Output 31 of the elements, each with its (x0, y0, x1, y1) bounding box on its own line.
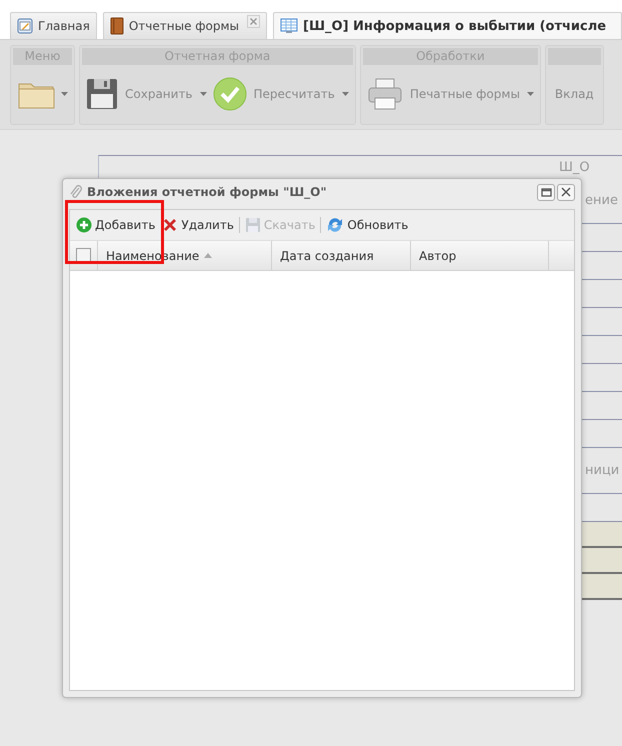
toolbar-button[interactable]: Добавить (74, 215, 158, 235)
printer-icon (366, 76, 403, 110)
form-text: Ш_О (559, 160, 590, 174)
paperclip-icon (69, 184, 83, 200)
tab[interactable]: [Ш_О] Информация о выбытии (отчисле (273, 12, 622, 39)
caret-icon (200, 92, 206, 96)
book-icon (110, 17, 124, 35)
toolbar-button[interactable]: Обновить (324, 214, 410, 236)
refresh-icon (326, 216, 344, 234)
close-icon (561, 187, 571, 197)
maximize-button[interactable] (537, 184, 555, 200)
maximize-icon (540, 188, 552, 196)
column-header[interactable]: Дата создания (272, 241, 411, 270)
tab[interactable]: Главная (10, 12, 97, 39)
column-header[interactable]: Автор (411, 241, 549, 270)
table-icon (280, 18, 298, 34)
form-text: ници (585, 463, 620, 478)
form-text: ение (585, 193, 618, 208)
close-button[interactable] (557, 184, 575, 200)
sort-icon (204, 253, 212, 258)
close-icon[interactable] (247, 14, 260, 28)
check-icon (212, 76, 246, 110)
delete-icon (162, 217, 178, 233)
toolbar-button[interactable]: Удалить (160, 215, 236, 235)
caret-icon (526, 92, 534, 96)
caret-icon (61, 92, 68, 96)
add-icon (76, 217, 92, 233)
dialog-title: Вложения отчетной формы "Ш_О" (87, 185, 327, 199)
caret-icon (342, 92, 349, 96)
edit-icon (17, 18, 33, 34)
tab[interactable]: Отчетные формы (102, 12, 268, 39)
